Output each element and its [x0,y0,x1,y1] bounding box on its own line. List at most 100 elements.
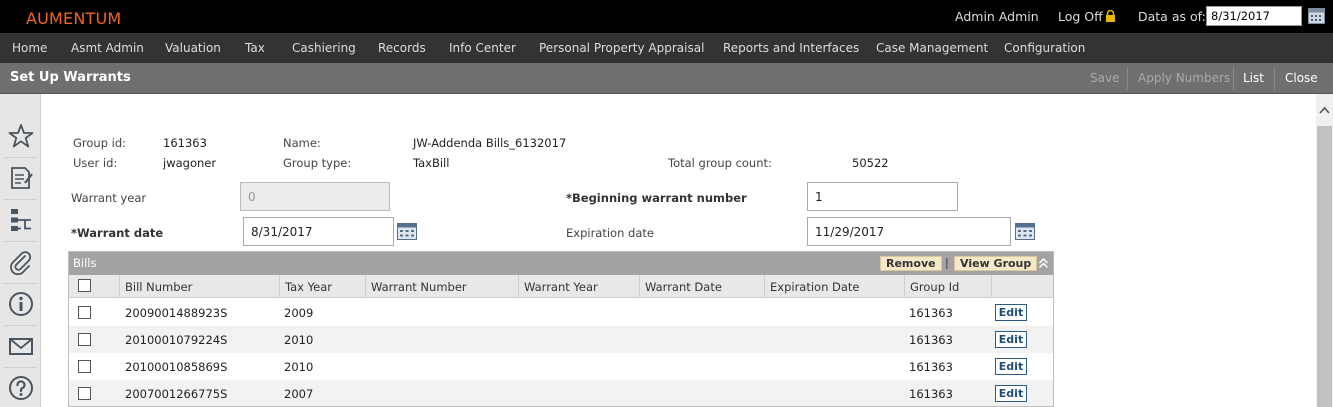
group-id-value: 161363 [163,136,207,150]
main-nav: Home Asmt Admin Valuation Tax Cashiering… [0,33,1333,63]
nav-reports-and-interfaces[interactable]: Reports and Interfaces [723,41,859,55]
data-as-of-input[interactable] [1206,6,1302,26]
mail-icon[interactable] [7,332,35,360]
notes-icon[interactable] [7,164,35,192]
table-row[interactable]: 2007001266775S 2007 161363 Edit [69,380,1053,406]
lock-icon[interactable] [1105,10,1116,22]
apply-numbers-button[interactable]: Apply Numbers [1138,71,1230,85]
nav-info-center[interactable]: Info Center [449,41,516,55]
logoff-link[interactable]: Log Off [1058,9,1103,24]
expiration-date-input[interactable] [807,217,1011,246]
vertical-scrollbar[interactable] [1316,94,1333,407]
sidebar-divider [4,325,37,326]
edit-button[interactable]: Edit [995,358,1027,375]
table-row[interactable]: 2009001488923S 2009 161363 Edit [69,299,1053,326]
calendar-icon[interactable] [1308,6,1325,24]
nav-home[interactable]: Home [12,41,47,55]
close-button[interactable]: Close [1285,71,1318,85]
nav-asmt-admin[interactable]: Asmt Admin [71,41,144,55]
sidebar-divider [4,199,37,200]
edit-button[interactable]: Edit [995,331,1027,348]
nav-configuration[interactable]: Configuration [1004,41,1085,55]
group-type-value: TaxBill [413,156,450,170]
app-logo: AUMENTUM [26,9,122,28]
edit-button[interactable]: Edit [995,385,1027,402]
nav-case-management[interactable]: Case Management [876,41,988,55]
nav-personal-property-appraisal[interactable]: Personal Property Appraisal [539,41,704,55]
nav-valuation[interactable]: Valuation [165,41,221,55]
attachment-icon[interactable] [7,248,35,276]
list-button[interactable]: List [1243,71,1264,85]
edit-button[interactable]: Edit [995,304,1027,321]
sidebar-divider [4,283,37,284]
expiration-date-label: Expiration date [566,226,654,240]
beginning-warrant-number-label: *Beginning warrant number [566,191,747,205]
collapse-icon[interactable] [1038,257,1049,269]
toolbar-divider [1233,67,1234,90]
user-id-label: User id: [73,156,118,170]
top-bar: AUMENTUM Admin Admin Log Off Data as of: [0,0,1333,33]
toolbar-divider [1274,67,1275,90]
group-id-cell: 161363 [909,387,953,401]
column-header-actions [992,275,1053,298]
tax-year-cell: 2007 [284,387,314,401]
row-checkbox[interactable] [78,387,91,400]
group-id-label: Group id: [73,136,127,150]
column-header-bill-number[interactable]: Bill Number [120,275,280,298]
select-all-cell [69,275,120,298]
column-header-warrant-date[interactable]: Warrant Date [640,275,765,298]
column-header-warrant-number[interactable]: Warrant Number [366,275,519,298]
column-header-group-id[interactable]: Group Id [905,275,992,298]
save-button[interactable]: Save [1090,71,1119,85]
table-row[interactable]: 2010001079224S 2010 161363 Edit [69,326,1053,353]
sidebar-divider [4,241,37,242]
warrant-year-input [240,182,390,211]
bills-title: Bills [73,256,97,270]
warrant-date-input[interactable] [243,217,394,246]
table-row[interactable]: 2010001085869S 2010 161363 Edit [69,353,1053,380]
column-header-expiration-date[interactable]: Expiration Date [765,275,905,298]
total-group-count-value: 50522 [852,156,889,170]
page-header: Set Up Warrants Save Apply Numbers List … [0,63,1333,94]
warrant-date-label: *Warrant date [71,226,164,240]
tax-year-cell: 2010 [284,360,314,374]
bill-number-cell: 2009001488923S [125,306,228,320]
help-icon[interactable] [7,374,35,402]
calendar-icon[interactable] [1015,222,1035,240]
sidebar-divider [4,367,37,368]
bill-number-cell: 2010001079224S [125,333,228,347]
info-icon[interactable] [7,290,35,318]
beginning-warrant-number-input[interactable] [807,182,958,211]
star-icon[interactable] [7,122,35,150]
data-as-of-label: Data as of: [1138,9,1206,24]
toolbar-divider [1127,67,1128,90]
column-header-tax-year[interactable]: Tax Year [280,275,366,298]
header-separator: | [945,256,949,269]
scrollbar-thumb[interactable] [1317,126,1332,407]
bills-grid: Bills Remove | View Group Bill Number Ta… [68,251,1054,407]
group-type-label: Group type: [283,156,352,170]
group-id-cell: 161363 [909,306,953,320]
user-name: Admin Admin [955,9,1039,24]
column-header-warrant-year[interactable]: Warrant Year [519,275,640,298]
tax-year-cell: 2009 [284,306,314,320]
name-label: Name: [283,136,321,150]
nav-records[interactable]: Records [378,41,426,55]
remove-button[interactable]: Remove [880,256,942,271]
bills-grid-header: Bills Remove | View Group [69,252,1053,275]
calendar-icon[interactable] [397,222,417,240]
select-all-checkbox[interactable] [78,279,91,292]
row-checkbox[interactable] [78,333,91,346]
row-checkbox[interactable] [78,306,91,319]
nav-cashiering[interactable]: Cashiering [292,41,356,55]
bill-number-cell: 2010001085869S [125,360,228,374]
view-group-button[interactable]: View Group [954,256,1038,271]
tax-year-cell: 2010 [284,333,314,347]
warrant-year-label: Warrant year [71,191,147,205]
group-id-cell: 161363 [909,333,953,347]
nav-tax[interactable]: Tax [245,41,265,55]
hierarchy-icon[interactable] [7,206,35,234]
group-id-cell: 161363 [909,360,953,374]
scroll-up-icon[interactable] [1319,106,1330,114]
row-checkbox[interactable] [78,360,91,373]
